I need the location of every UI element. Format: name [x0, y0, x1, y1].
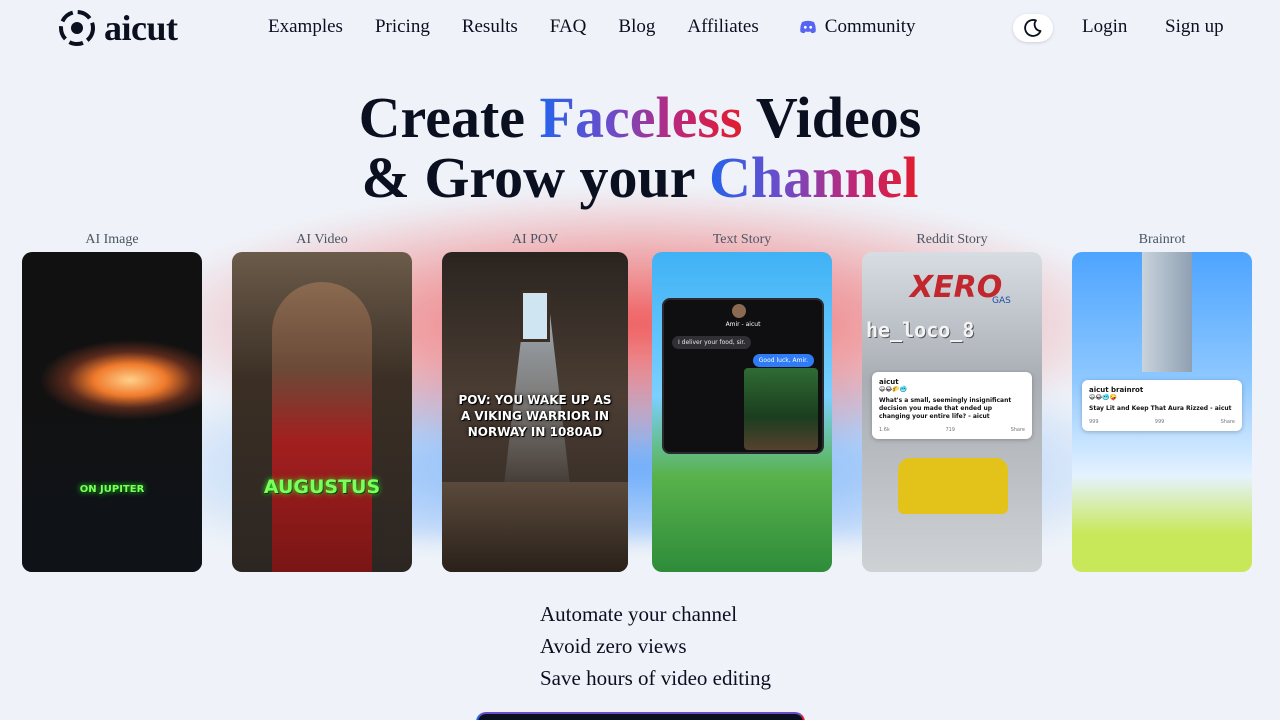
- card-thumbnail: XERO GAS he_loco_8 aicut 😃😂🌮🥶 What's a s…: [862, 252, 1042, 572]
- feature-item: Save hours of video editing: [540, 666, 771, 690]
- feature-list: Automate your channel Avoid zero views S…: [540, 598, 771, 694]
- nav-community[interactable]: Community: [799, 16, 916, 38]
- post-comments: 999: [1154, 419, 1165, 425]
- hero-highlight-channel: Channel: [708, 145, 919, 210]
- nav-examples[interactable]: Examples: [268, 16, 343, 38]
- nav-faq[interactable]: FAQ: [550, 16, 587, 38]
- chat-message-outgoing: Good luck, Amir.: [752, 354, 814, 367]
- chat-image: [744, 368, 818, 450]
- aicut-logo-icon: [59, 10, 95, 46]
- card-thumbnail: ON JUPITER: [22, 252, 202, 572]
- card-label: AI Image: [85, 232, 139, 247]
- post-comments: 719: [945, 427, 955, 433]
- chat-contact: Amir - aicut: [725, 321, 761, 328]
- figure-shape: [272, 282, 372, 572]
- banner-sub: GAS: [992, 296, 1011, 306]
- fur-blanket-shape: [442, 482, 628, 572]
- card-label: Text Story: [712, 232, 772, 247]
- theme-toggle[interactable]: [1013, 14, 1053, 42]
- post-share: Share: [1010, 427, 1025, 433]
- nav-affiliates[interactable]: Affiliates: [687, 16, 758, 38]
- cta-button[interactable]: [476, 712, 805, 720]
- feature-item: Avoid zero views: [540, 634, 687, 658]
- card-thumbnail: POV: YOU WAKE UP AS A VIKING WARRIOR IN …: [442, 252, 628, 572]
- post-author: aicut: [879, 378, 899, 386]
- nav-results[interactable]: Results: [462, 16, 518, 38]
- hero-title: Create Faceless Videos & Grow your Chann…: [0, 88, 1280, 208]
- post-likes: 999: [1089, 419, 1099, 425]
- post-likes: 1.6k: [879, 427, 890, 433]
- hero-line2-a: & Grow your: [361, 145, 709, 210]
- hero-line1-a: Create: [358, 85, 540, 150]
- feature-item: Automate your channel: [540, 602, 738, 626]
- post-body: What's a small, seemingly insignificant …: [879, 397, 1012, 420]
- post-author: aicut brainrot: [1089, 386, 1144, 394]
- hero: Create Faceless Videos & Grow your Chann…: [0, 88, 1280, 208]
- card-thumbnail: aicut brainrot 😃😂🥶🤪 Stay Lit and Keep Th…: [1072, 252, 1252, 572]
- post-share: Share: [1220, 419, 1235, 425]
- window-shape: [520, 290, 550, 342]
- post-meta: 999 999 Share: [1089, 419, 1235, 425]
- chat-screenshot: Amir - aicut I deliver your food, sir. G…: [662, 298, 824, 454]
- community-label: Community: [824, 16, 916, 37]
- video-caption: ON JUPITER: [79, 484, 145, 495]
- discord-icon: [799, 20, 816, 34]
- post-badges: 😃😂🌮🥶: [879, 386, 908, 393]
- moon-icon: [1024, 19, 1042, 37]
- signup-link[interactable]: Sign up: [1165, 16, 1224, 38]
- avatar: [732, 304, 746, 318]
- nav-pricing[interactable]: Pricing: [375, 16, 430, 38]
- reddit-post-card: aicut 😃😂🌮🥶 What's a small, seemingly ins…: [872, 372, 1032, 439]
- card-thumbnail: AUGUSTUS: [232, 252, 412, 572]
- card-label: Brainrot: [1138, 232, 1186, 247]
- card-thumbnail: Amir - aicut I deliver your food, sir. G…: [652, 252, 832, 572]
- overlay-username: he_loco_8: [866, 318, 975, 342]
- logo[interactable]: aicut: [58, 9, 178, 47]
- video-caption: POV: YOU WAKE UP AS A VIKING WARRIOR IN …: [458, 393, 612, 439]
- example-cards: AI Image ON JUPITER AI Video AUGUSTUS AI…: [0, 232, 1280, 574]
- hero-highlight-faceless: Faceless: [539, 85, 743, 150]
- brand-name: aicut: [104, 8, 178, 48]
- post-badges: 😃😂🥶🤪: [1089, 394, 1118, 401]
- card-label: AI Video: [296, 232, 348, 247]
- card-label: AI POV: [511, 232, 559, 247]
- car-shape: [898, 458, 1008, 514]
- post-body: Stay Lit and Keep That Aura Rizzed - aic…: [1089, 405, 1232, 412]
- chat-message-incoming: I deliver your food, sir.: [672, 336, 752, 349]
- nav-blog[interactable]: Blog: [618, 16, 655, 38]
- login-link[interactable]: Login: [1082, 16, 1127, 38]
- tower-shape: [1142, 252, 1192, 372]
- hero-line1-c: Videos: [742, 85, 922, 150]
- main-nav: Examples Pricing Results FAQ Blog Affili…: [268, 16, 916, 38]
- brainrot-post-card: aicut brainrot 😃😂🥶🤪 Stay Lit and Keep Th…: [1082, 380, 1242, 431]
- post-meta: 1.6k 719 Share: [879, 427, 1025, 433]
- card-label: Reddit Story: [916, 232, 988, 247]
- banner-logo: XERO: [910, 270, 1003, 305]
- video-caption: AUGUSTUS: [263, 476, 381, 498]
- top-nav: aicut Examples Pricing Results FAQ Blog …: [0, 0, 1280, 56]
